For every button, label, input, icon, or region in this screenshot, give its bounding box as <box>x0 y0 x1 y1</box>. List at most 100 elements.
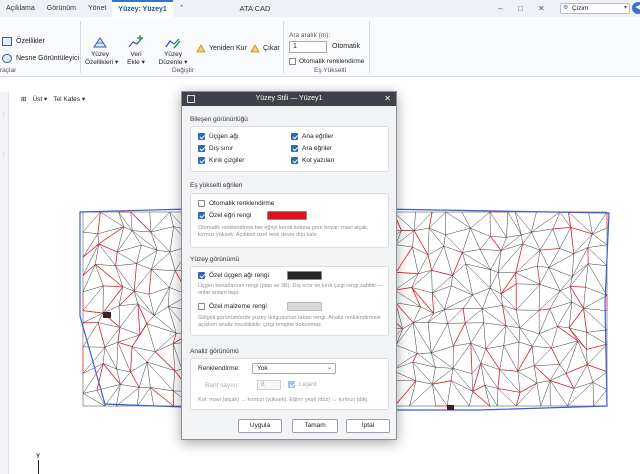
mesh-edge <box>537 250 541 267</box>
mesh-edge <box>531 228 553 233</box>
mesh-edge <box>409 384 433 407</box>
shading-value: Yok <box>257 365 268 372</box>
surface-properties-button[interactable]: Yüzey Özellikleri ▾ <box>85 35 118 67</box>
view-selector[interactable]: Üst ▾ <box>32 95 47 103</box>
mesh-edge <box>470 322 484 344</box>
mesh-edge <box>470 211 491 229</box>
ok-button[interactable]: Tamam <box>292 419 338 433</box>
chevron-up-icon[interactable]: ⌃ <box>173 0 191 17</box>
mesh-edge <box>102 286 124 314</box>
minimize-icon[interactable]: – <box>498 0 502 17</box>
mesh-edge <box>146 323 177 334</box>
mesh-edge <box>480 249 502 251</box>
mesh-color-label: Özel üçgen ağı rengi <box>209 272 269 279</box>
mesh-edge <box>539 267 550 285</box>
mesh-edge <box>95 264 116 267</box>
mesh-edge <box>146 361 174 392</box>
mesh-edge <box>394 287 412 291</box>
curve-color-swatch[interactable] <box>267 211 307 220</box>
mesh-edge <box>549 364 560 381</box>
mesh-edge <box>395 344 418 354</box>
mesh-color-swatch[interactable] <box>287 271 322 280</box>
mesh-edge <box>118 303 138 307</box>
maximize-icon[interactable]: □ <box>518 0 523 17</box>
extract-button[interactable]: Çıkar <box>250 44 280 53</box>
material-color-swatch[interactable] <box>287 302 322 311</box>
interval-input[interactable]: 1 <box>289 41 327 53</box>
mesh-edge <box>450 380 473 392</box>
close-icon[interactable]: ✕ <box>384 92 391 106</box>
tab-yonet[interactable]: Yönet <box>82 0 112 17</box>
mesh-edge <box>119 327 140 336</box>
mesh-edge <box>168 306 177 334</box>
mesh-edge <box>452 252 463 276</box>
auto-render-checkbox[interactable]: Otomatik renklendirme <box>289 58 364 65</box>
mesh-edge <box>169 251 176 271</box>
mesh-edge <box>573 247 588 255</box>
style-selector[interactable]: Tel Kafes ▾ <box>53 95 85 103</box>
visibility-panel: Üçgen ağı Dış sınır Kırık çizgiler Ana e… <box>190 126 389 172</box>
minor-checkbox[interactable]: Ara eğriler <box>291 145 332 152</box>
account-icon[interactable]: ◀ <box>632 2 640 14</box>
mesh-edge <box>82 310 104 314</box>
object-viewer-button[interactable]: Nesne Görüntüleyici <box>2 54 79 63</box>
eye-icon <box>2 54 12 63</box>
mesh-edge <box>452 343 472 369</box>
bands-input[interactable]: 8 <box>257 380 281 390</box>
apply-button[interactable]: Uygula <box>238 419 282 433</box>
analysis-note: Kot: mavi (alçak) → kırmızı (yüksek). Eğ… <box>198 397 369 403</box>
mesh-edge <box>538 284 541 311</box>
spot-checkbox[interactable]: Kot yazıları <box>291 157 335 164</box>
left-panel-strip[interactable]: ⋮ ⋮ <box>0 92 9 474</box>
breaklines-checkbox[interactable]: Kırık çizgiler <box>198 157 244 164</box>
add-data-button[interactable]: Veri Ekle ▾ <box>124 35 148 67</box>
mesh-edge <box>151 269 176 271</box>
mesh-edge <box>500 283 517 295</box>
major-checkbox[interactable]: Ana eğriler <box>291 133 333 140</box>
tab-aciklama[interactable]: Açıklama <box>0 0 41 17</box>
mesh-edge <box>515 249 541 273</box>
mesh-edge <box>395 328 403 346</box>
mesh-edge <box>452 275 473 296</box>
auto-color-checkbox[interactable]: Otomatik renklendirme <box>198 200 274 207</box>
close-window-icon[interactable]: ✕ <box>538 0 545 17</box>
mesh-edge <box>583 308 608 311</box>
mesh-edge <box>432 368 454 385</box>
gear-icon: ⚙ <box>563 5 569 11</box>
mesh-edge <box>102 347 106 364</box>
properties-button[interactable]: Özellikler <box>2 37 45 46</box>
mesh-edge <box>169 270 176 288</box>
mesh-edge <box>515 272 517 284</box>
mesh-color-checkbox[interactable]: Özel üçgen ağı rengi <box>198 272 269 279</box>
checkbox-box <box>198 133 205 140</box>
add-data-label: Veri Ekle ▾ <box>127 51 145 66</box>
mesh-edge <box>500 272 517 295</box>
shading-select[interactable]: Yok ⌄ <box>252 363 336 374</box>
tab-gorunum[interactable]: Görünüm <box>41 0 82 17</box>
mesh-edge <box>497 388 499 407</box>
tab-surface[interactable]: Yüzey: Yüzey1 <box>112 0 173 17</box>
outer-checkbox[interactable]: Dış sınır <box>198 145 233 152</box>
mesh-edge <box>567 388 575 407</box>
workspace-select[interactable]: ⚙ Çizim ▾ <box>560 3 630 14</box>
canvas-menu-icon[interactable]: ⊞ <box>21 95 26 103</box>
section-contours-title: Eş yükselti eğrileri <box>190 182 243 189</box>
triangles-checkbox[interactable]: Üçgen ağı <box>198 133 239 140</box>
mesh-edge <box>431 352 436 368</box>
mesh-edge <box>116 342 119 370</box>
mesh-edge <box>427 309 445 323</box>
mesh-edge <box>118 305 121 328</box>
cancel-button[interactable]: İptal <box>346 419 390 433</box>
rebuild-button[interactable]: Yeniden Kur <box>196 44 247 53</box>
mesh-edge <box>117 341 133 348</box>
spot-label: Kot yazıları <box>302 157 335 164</box>
mesh-edge <box>490 236 507 238</box>
legend-checkbox[interactable]: Lejant <box>288 381 317 388</box>
edit-surface-button[interactable]: Yüzey Düzenle ▾ <box>158 35 188 67</box>
mesh-edge <box>97 226 124 235</box>
mesh-edge <box>132 230 158 251</box>
material-color-checkbox[interactable]: Özel malzeme rengi <box>198 303 267 310</box>
surface-style-dialog: Yüzey Stili — Yüzey1 ✕ Bileşen görünürlü… <box>181 91 397 440</box>
bands-label: Bant sayısı: <box>205 382 239 389</box>
custom-curve-color-checkbox[interactable]: Özel eğri rengi <box>198 212 251 219</box>
